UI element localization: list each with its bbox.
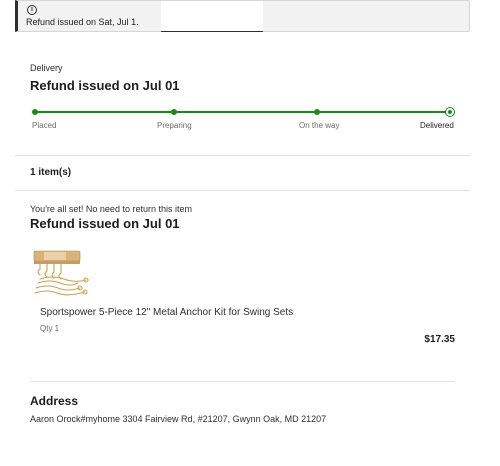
product-title-link[interactable]: Sportspower 5-Piece 12" Metal Anchor Kit… <box>40 307 293 318</box>
step-dot-preparing <box>171 109 177 115</box>
delivery-label: Delivery <box>30 63 63 73</box>
product-image[interactable] <box>30 241 95 301</box>
redaction-line <box>161 31 263 32</box>
anchor-kit-image <box>33 250 89 296</box>
divider <box>30 381 455 382</box>
product-quantity: Qty 1 <box>40 324 60 333</box>
address-title: Address <box>30 394 79 408</box>
info-icon: i <box>27 5 37 15</box>
product-price: $17.35 <box>424 334 455 345</box>
step-dot-on-the-way <box>314 109 320 115</box>
redaction-block <box>161 1 263 31</box>
step-dot-placed <box>32 109 38 115</box>
step-label-preparing: Preparing <box>157 121 192 130</box>
refund-alert-banner: i Refund issued on Sat, Jul 1. <box>15 0 470 32</box>
step-label-delivered: Delivered <box>420 121 454 130</box>
return-note: You're all set! No need to return this i… <box>30 204 192 214</box>
alert-text: Refund issued on Sat, Jul 1. <box>26 17 139 27</box>
items-count: 1 item(s) <box>30 167 72 178</box>
divider <box>15 155 470 156</box>
address-text: Aaron Orock#myhome 3304 Fairview Rd, #21… <box>30 414 327 424</box>
progress-line <box>35 111 450 113</box>
item-refund-title: Refund issued on Jul 01 <box>30 216 180 231</box>
step-label-placed: Placed <box>32 121 57 130</box>
step-dot-delivered <box>445 107 455 117</box>
step-label-on-the-way: On the way <box>299 121 340 130</box>
divider <box>15 190 470 191</box>
delivery-status-title: Refund issued on Jul 01 <box>30 78 180 93</box>
